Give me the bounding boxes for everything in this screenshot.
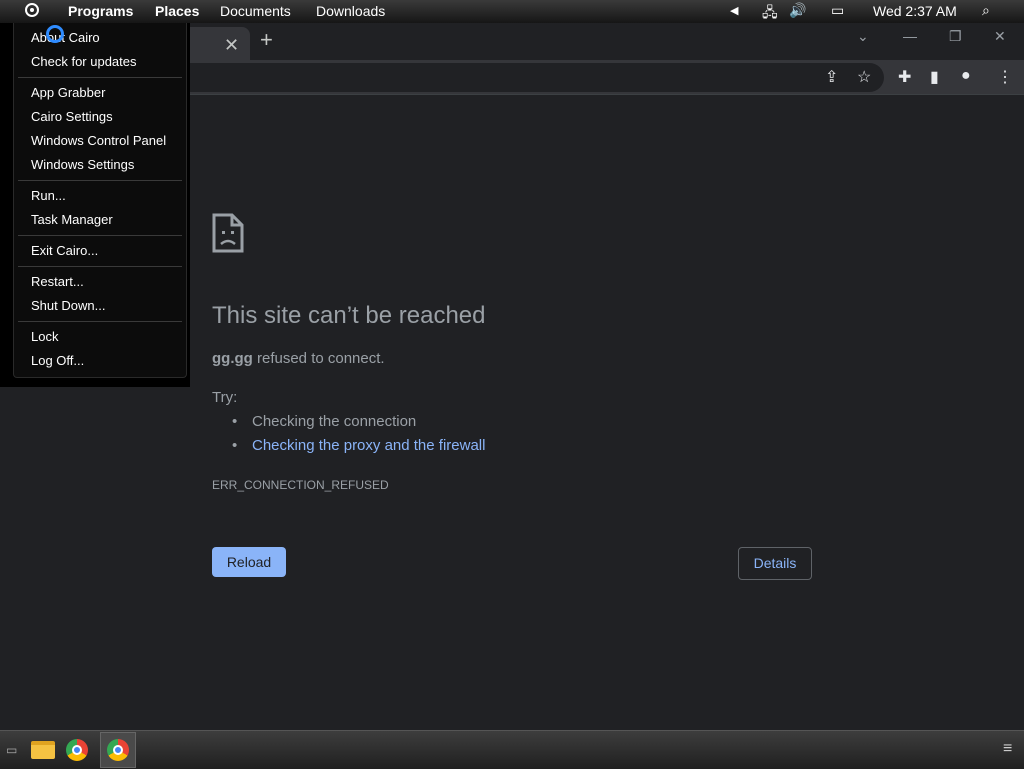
details-button[interactable]: Details: [738, 547, 812, 580]
close-window-button[interactable]: ✕: [994, 28, 1006, 45]
taskbar: ▭ ≡: [0, 730, 1024, 769]
suggestion-connection: Checking the connection: [252, 413, 417, 430]
menu-item-cairo-settings[interactable]: Cairo Settings: [31, 109, 113, 124]
menu-item-exit-cairo[interactable]: Exit Cairo...: [31, 243, 98, 258]
cairo-dropdown-menu: About Cairo Check for updates App Grabbe…: [13, 23, 187, 378]
reload-button[interactable]: Reload: [212, 547, 286, 577]
menu-item-task-manager[interactable]: Task Manager: [31, 212, 113, 227]
new-tab-button[interactable]: +: [260, 27, 273, 53]
menu-separator: [18, 235, 182, 236]
action-center-icon[interactable]: ▭: [831, 2, 844, 19]
menu-item-shut-down[interactable]: Shut Down...: [31, 298, 105, 313]
menu-separator: [18, 77, 182, 78]
suggestion-item[interactable]: Checking the proxy and the firewall: [232, 437, 485, 454]
extensions-icon[interactable]: ✚: [898, 67, 911, 87]
menu-item-lock[interactable]: Lock: [31, 329, 58, 344]
chrome-menu-icon[interactable]: ⋮: [997, 67, 1013, 87]
search-icon[interactable]: ⌕: [982, 2, 990, 19]
menu-downloads[interactable]: Downloads: [316, 3, 385, 20]
cairo-logo-icon[interactable]: [25, 3, 39, 17]
try-label: Try:: [212, 389, 238, 406]
desktop-toggle-icon[interactable]: ▭: [6, 743, 17, 757]
menu-separator: [18, 180, 182, 181]
suggestion-proxy-link[interactable]: Checking the proxy and the firewall: [234, 437, 485, 454]
error-host: gg.gg: [212, 350, 253, 367]
menu-separator: [18, 266, 182, 267]
menu-item-about-cairo[interactable]: About Cairo: [31, 30, 100, 45]
error-code: ERR_CONNECTION_REFUSED: [212, 478, 389, 492]
menu-item-control-panel[interactable]: Windows Control Panel: [31, 133, 166, 148]
menu-item-run[interactable]: Run...: [31, 188, 66, 203]
menu-places[interactable]: Places: [155, 3, 199, 20]
menu-separator: [18, 321, 182, 322]
menu-item-app-grabber[interactable]: App Grabber: [31, 85, 105, 100]
address-bar[interactable]: [150, 63, 884, 92]
chrome-icon: [107, 739, 129, 761]
minimize-button[interactable]: —: [903, 28, 917, 44]
restore-button[interactable]: ❐: [949, 28, 962, 45]
menu-item-log-off[interactable]: Log Off...: [31, 353, 84, 368]
chrome-icon: [66, 739, 88, 761]
chrome-pinned-icon[interactable]: [63, 736, 91, 764]
side-panel-icon[interactable]: ▮: [930, 67, 939, 87]
tab-search-icon[interactable]: ⌄: [857, 28, 869, 45]
suggestion-item: Checking the connection: [232, 413, 417, 430]
error-message-text: refused to connect.: [252, 350, 385, 367]
sad-document-icon: [212, 213, 244, 253]
hamburger-menu-icon[interactable]: ≡: [1003, 740, 1012, 758]
close-tab-icon[interactable]: ✕: [224, 35, 239, 56]
bookmark-star-icon[interactable]: ☆: [857, 67, 871, 87]
busy-cursor-icon: [46, 25, 64, 43]
tray-expand-icon[interactable]: ◀: [730, 4, 738, 17]
profile-avatar-icon[interactable]: ●: [961, 67, 971, 85]
error-title: This site can’t be reached: [212, 302, 486, 329]
file-explorer-icon[interactable]: [30, 736, 58, 764]
menu-documents[interactable]: Documents: [220, 3, 291, 20]
clock[interactable]: Wed 2:37 AM: [873, 3, 957, 20]
chrome-active-task[interactable]: [100, 732, 136, 768]
menu-item-windows-settings[interactable]: Windows Settings: [31, 157, 134, 172]
folder-icon: [31, 741, 55, 759]
menu-programs[interactable]: Programs: [68, 3, 133, 20]
share-icon[interactable]: ⇪: [825, 67, 838, 87]
network-icon[interactable]: 🖧: [762, 2, 778, 26]
error-message: gg.gg refused to connect.: [212, 350, 385, 367]
menu-item-check-updates[interactable]: Check for updates: [31, 54, 137, 69]
menu-item-restart[interactable]: Restart...: [31, 274, 84, 289]
volume-icon[interactable]: 🔊: [789, 2, 806, 19]
cairo-menu-bar: Programs Places Documents Downloads ◀ 🖧 …: [0, 0, 1024, 23]
